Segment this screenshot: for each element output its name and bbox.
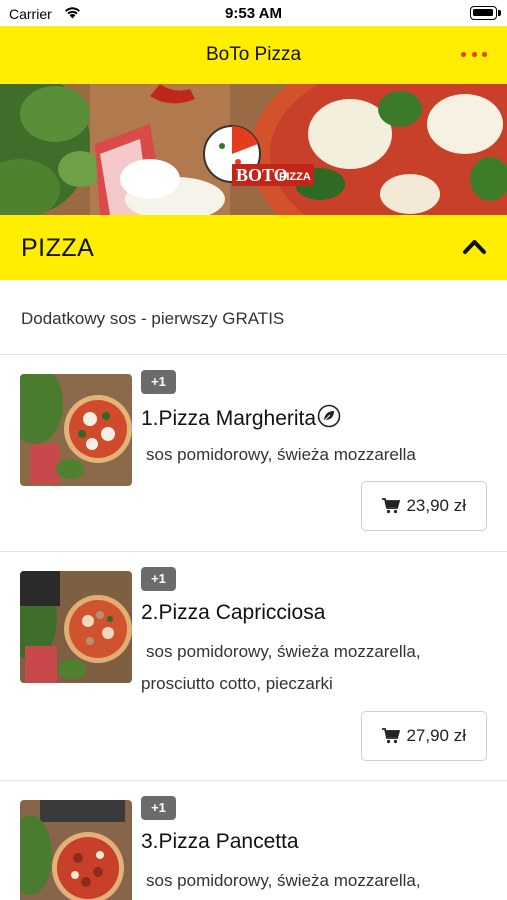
add-one-badge[interactable]: +1	[141, 796, 176, 820]
item-description-continued: prosciutto cotto, pieczarki	[141, 674, 333, 693]
more-dots-icon[interactable]	[461, 46, 487, 62]
category-note: Dodatkowy sos - pierwszy GRATIS	[21, 309, 285, 328]
price-label: 27,90 zł	[406, 726, 466, 745]
category-header-pizza[interactable]: PIZZA	[0, 215, 507, 280]
menu-item-capricciosa[interactable]: +1 2.Pizza Capricciosa sos pomidorowy, ś…	[0, 552, 507, 780]
price-label: 23,90 zł	[406, 496, 466, 515]
battery-icon	[470, 6, 501, 20]
app-title: BoTo Pizza	[205, 44, 302, 65]
item-description: sos pomidorowy, świeża mozzarella,	[146, 642, 421, 661]
item-name: 1.Pizza Margherita	[141, 404, 341, 434]
add-one-badge[interactable]: +1	[141, 370, 176, 394]
item-image	[20, 374, 132, 486]
item-image	[20, 800, 132, 900]
clock: 9:53 AM	[225, 5, 282, 22]
menu-item-margherita[interactable]: +1 1.Pizza Margherita sos pomidorowy, św…	[0, 355, 507, 551]
menu-item-pancetta[interactable]: +1 3.Pizza Pancetta sos pomidorowy, świe…	[0, 781, 507, 900]
add-to-cart-button[interactable]: 23,90 zł	[361, 481, 487, 531]
status-bar: Carrier 9:53 AM	[0, 0, 507, 26]
add-to-cart-button[interactable]: 27,90 zł	[361, 711, 487, 761]
chevron-up-icon	[462, 237, 487, 260]
vegetarian-leaf-icon	[317, 404, 341, 434]
item-image	[20, 571, 132, 683]
cart-icon	[382, 728, 401, 744]
item-description: sos pomidorowy, świeża mozzarella,	[146, 871, 421, 890]
add-one-badge[interactable]: +1	[141, 567, 176, 591]
hero-banner: BOTO PIZZA	[0, 84, 507, 215]
nav-bar: BoTo Pizza	[0, 26, 507, 84]
category-title: PIZZA	[21, 234, 95, 262]
cart-icon	[382, 498, 401, 514]
item-name: 3.Pizza Pancetta	[141, 830, 299, 853]
banner-logo-sub: PIZZA	[279, 171, 311, 183]
item-description: sos pomidorowy, świeża mozzarella	[146, 445, 416, 464]
item-name: 2.Pizza Capricciosa	[141, 601, 326, 624]
